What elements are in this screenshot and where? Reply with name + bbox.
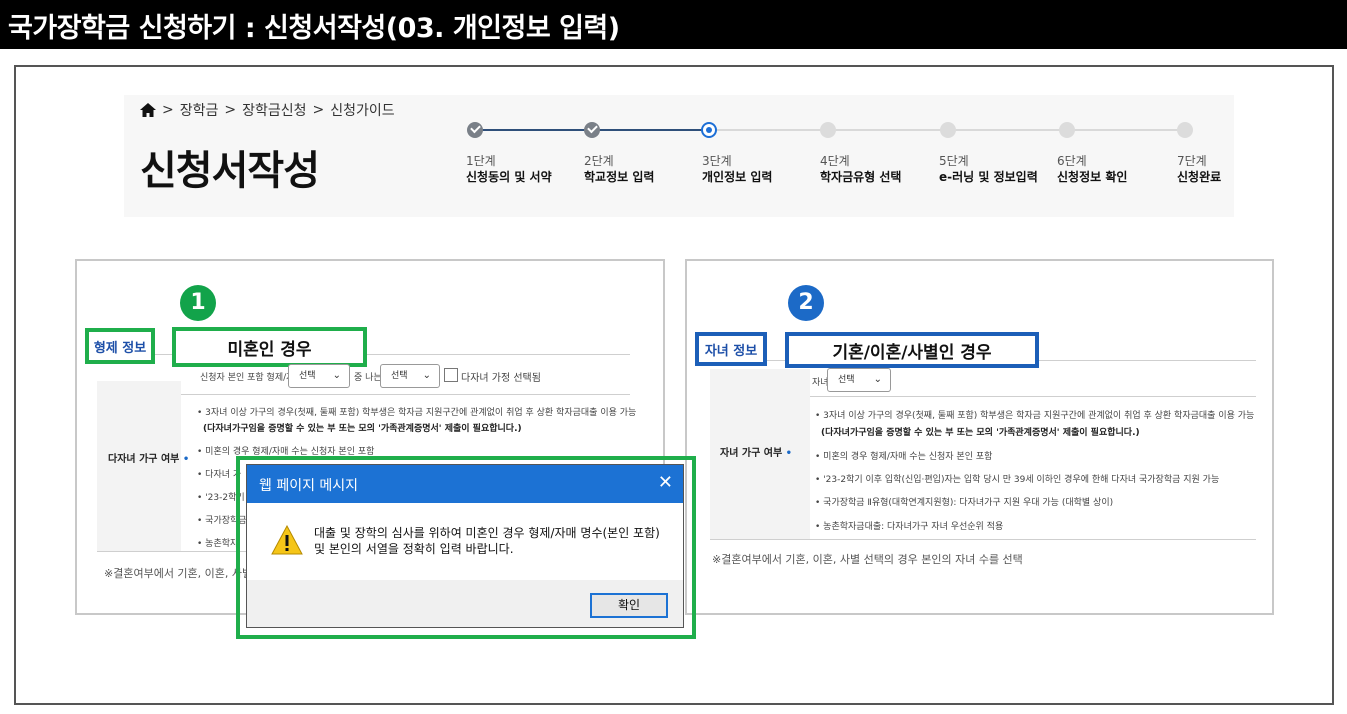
chevron-down-icon: ⌄ xyxy=(422,370,431,381)
right-bullet: • '23-2학기 이후 입학(신입·편입)자는 입학 당시 만 39세 이하인… xyxy=(815,475,1220,485)
step-number: 2단계 xyxy=(584,154,614,168)
step-7: 7단계 신청완료 xyxy=(1177,153,1221,185)
sibling-info-tag: 형제 정보 xyxy=(85,328,155,364)
dialog-body: 대출 및 장학의 심사를 위하여 미혼인 경우 형제/자매 명수(본인 포함) … xyxy=(247,503,683,580)
required-marker: • xyxy=(785,448,793,459)
married-case-label: 기혼/이혼/사별인 경우 xyxy=(785,332,1039,368)
child-household-row-label: 자녀 가구 여부 • xyxy=(720,444,792,459)
dialog-titlebar[interactable]: 웹 페이지 메시지 ✕ xyxy=(247,465,683,503)
dialog-message: 대출 및 장학의 심사를 위하여 미혼인 경우 형제/자매 명수(본인 포함) … xyxy=(314,526,660,556)
step-name: 신청정보 확인 xyxy=(1057,170,1128,184)
breadcrumb-separator: > xyxy=(224,102,237,118)
step-6: 6단계 신청정보 확인 xyxy=(1057,153,1127,185)
right-bullet: • 농촌학자금대출: 다자녀가구 자녀 우선순위 적용 xyxy=(815,522,1004,532)
step-name: 신청완료 xyxy=(1177,170,1222,184)
step-number: 7단계 xyxy=(1177,154,1207,168)
breadcrumb-item-scholarship[interactable]: 장학금 xyxy=(180,100,219,120)
step-name: 학교정보 입력 xyxy=(584,170,655,184)
birth-order-value: 선택 xyxy=(391,371,408,381)
multi-child-checkbox[interactable] xyxy=(444,368,458,382)
step-2: 2단계 학교정보 입력 xyxy=(584,153,654,185)
siblings-count-select[interactable]: 선택 ⌄ xyxy=(288,364,350,388)
page-title: 신청서작성 xyxy=(140,148,320,194)
step-number: 3단계 xyxy=(702,154,732,168)
step-3: 3단계 개인정보 입력 xyxy=(702,153,772,185)
children-count-select[interactable]: 선택 ⌄ xyxy=(827,368,891,392)
multi-child-checkbox-label: 다자녀 가정 선택됨 xyxy=(461,373,541,384)
birth-order-select[interactable]: 선택 ⌄ xyxy=(380,364,440,388)
left-bullet: • 농촌학자 xyxy=(197,539,239,549)
my-rank-label: 중 나는 xyxy=(354,373,382,383)
step-name: e-러닝 및 정보입력 xyxy=(939,170,1038,184)
left-bullet-note: (다자녀가구임을 증명할 수 있는 부 또는 모의 '가족관계증명서' 제출이 … xyxy=(203,424,522,434)
chevron-down-icon: ⌄ xyxy=(332,370,341,381)
step-number: 1단계 xyxy=(466,154,496,168)
step-6-dot xyxy=(1059,122,1075,138)
step-number: 4단계 xyxy=(820,154,850,168)
home-icon[interactable] xyxy=(140,103,156,117)
banner-title: 국가장학금 신청하기 : 신청서작성(03. 개인정보 입력) xyxy=(8,13,620,44)
right-divider-mid xyxy=(810,396,1256,397)
step-name: 신청동의 및 서약 xyxy=(466,170,552,184)
breadcrumb-separator: > xyxy=(312,102,325,118)
web-page-message-dialog: 웹 페이지 메시지 ✕ 대출 및 장학의 심사를 위하여 미혼인 경우 형제/자… xyxy=(246,464,684,628)
siblings-count-value: 선택 xyxy=(299,371,316,381)
left-bullet: • 3자녀 이상 가구의 경우(첫째, 둘째 포함) 학부생은 학자금 지원구간… xyxy=(197,408,637,418)
marker-2: 2 xyxy=(788,285,824,321)
ok-button[interactable]: 확인 xyxy=(590,593,668,618)
top-banner: 국가장학금 신청하기 : 신청서작성(03. 개인정보 입력) xyxy=(0,0,1347,49)
breadcrumb-item-guide[interactable]: 신청가이드 xyxy=(330,100,394,120)
warning-icon xyxy=(271,525,303,555)
right-bullet: • 미혼의 경우 형제/자매 수는 신청자 본인 포함 xyxy=(815,452,993,462)
step-5-dot xyxy=(940,122,956,138)
right-bullet: • 3자녀 이상 가구의 경우(첫째, 둘째 포함) 학부생은 학자금 지원구간… xyxy=(815,411,1255,421)
breadcrumb-item-apply[interactable]: 장학금신청 xyxy=(242,100,306,120)
step-1-done-icon xyxy=(467,122,483,138)
step-4-dot xyxy=(820,122,836,138)
row-label-text: 자녀 가구 여부 xyxy=(720,448,783,459)
step-7-dot xyxy=(1177,122,1193,138)
close-icon[interactable]: ✕ xyxy=(658,472,673,493)
left-bullet: • 다자녀 가 xyxy=(197,470,242,480)
step-4: 4단계 학자금유형 선택 xyxy=(820,153,901,185)
step-1: 1단계 신청동의 및 서약 xyxy=(466,153,552,185)
chevron-down-icon: ⌄ xyxy=(873,374,882,385)
breadcrumb: > 장학금 > 장학금신청 > 신청가이드 xyxy=(140,100,395,120)
step-5: 5단계 e-러닝 및 정보입력 xyxy=(939,153,1038,185)
step-3-current-icon xyxy=(701,122,717,138)
step-name: 학자금유형 선택 xyxy=(820,170,902,184)
step-number: 6단계 xyxy=(1057,154,1087,168)
marker-1: 1 xyxy=(180,285,216,321)
step-number: 5단계 xyxy=(939,154,969,168)
left-divider-mid xyxy=(181,394,630,395)
dialog-title: 웹 페이지 메시지 xyxy=(259,478,359,494)
step-2-done-icon xyxy=(584,122,600,138)
breadcrumb-separator: > xyxy=(162,102,174,118)
unmarried-case-label: 미혼인 경우 xyxy=(172,327,367,367)
required-marker: • xyxy=(182,454,190,465)
right-divider-bottom xyxy=(710,539,1256,540)
right-bullet-note: (다자녀가구임을 증명할 수 있는 부 또는 모의 '가족관계증명서' 제출이 … xyxy=(821,428,1140,438)
children-count-value: 선택 xyxy=(838,375,855,385)
multi-child-row-label: 다자녀 가구 여부 • xyxy=(108,450,189,465)
right-bullet: • 국가장학금 Ⅱ유형(대학연계지원형): 다자녀가구 지원 우대 가능 (대학… xyxy=(815,498,1114,508)
row-label-text: 다자녀 가구 여부 xyxy=(108,454,180,465)
children-info-tag: 자녀 정보 xyxy=(695,332,767,366)
right-footnote: ※결혼여부에서 기혼, 이혼, 사별 선택의 경우 본인의 자녀 수를 선택 xyxy=(712,553,1023,566)
step-name: 개인정보 입력 xyxy=(702,170,773,184)
left-row-header-bg xyxy=(97,381,181,551)
